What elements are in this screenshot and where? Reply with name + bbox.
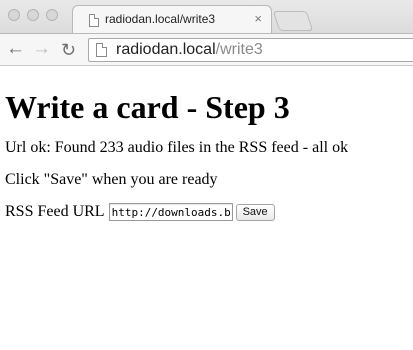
rss-form: RSS Feed URL Save	[5, 203, 405, 221]
page-content: Write a card - Step 3 Url ok: Found 233 …	[5, 66, 405, 221]
close-window-button[interactable]	[8, 9, 20, 21]
address-host: radiodan.local	[116, 41, 216, 58]
status-message: Url ok: Found 233 audio files in the RSS…	[5, 139, 349, 156]
browser-tab[interactable]: radiodan.local/write3 ×	[72, 5, 272, 33]
rss-url-label: RSS Feed URL	[5, 203, 105, 220]
minimize-window-button[interactable]	[27, 9, 39, 21]
instruction-text: Click "Save" when you are ready	[5, 171, 218, 188]
document-icon	[89, 14, 99, 27]
save-button[interactable]: Save	[235, 203, 275, 221]
reload-icon[interactable]: ↻	[61, 39, 76, 61]
tab-close-icon[interactable]: ×	[254, 11, 262, 26]
page-document-icon	[96, 43, 107, 57]
zoom-window-button[interactable]	[46, 9, 58, 21]
address-path: /write3	[215, 41, 263, 58]
browser-toolbar: ← → ↻ radiodan.local/write3	[0, 33, 413, 66]
page-title: Write a card - Step 3	[5, 89, 290, 125]
back-arrow-icon[interactable]: ←	[6, 38, 25, 60]
address-url[interactable]: radiodan.local/write3	[116, 41, 263, 59]
new-tab-button[interactable]	[272, 11, 314, 31]
tab-title: radiodan.local/write3	[105, 12, 216, 26]
forward-arrow-icon[interactable]: →	[32, 38, 51, 60]
tab-strip: radiodan.local/write3 ×	[0, 0, 413, 33]
rss-url-input[interactable]	[108, 203, 233, 221]
address-bar[interactable]: radiodan.local/write3	[88, 38, 413, 62]
